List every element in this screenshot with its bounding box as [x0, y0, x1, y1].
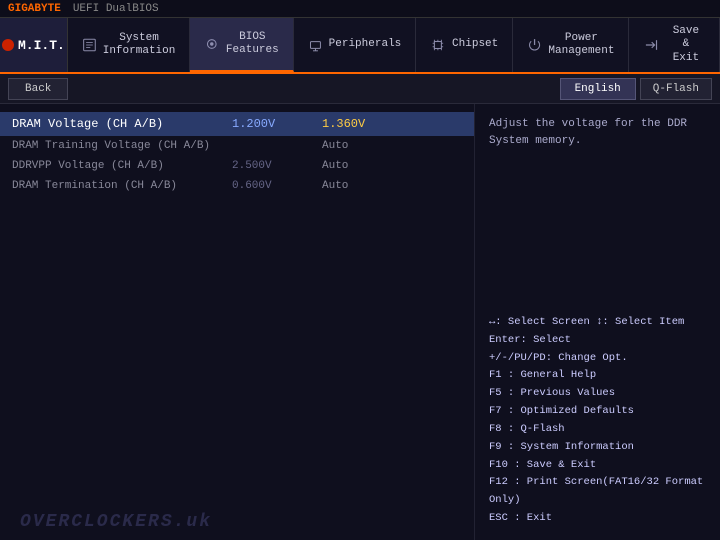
help-row-f1: F1 : General Help [489, 367, 706, 385]
nav-chipset-label: Chipset [452, 38, 498, 51]
help-key-f8: F8 : Q-Flash [489, 423, 565, 435]
help-key-f5: F5 : Previous Values [489, 387, 615, 399]
help-row-f10: F10 : Save & Exit [489, 457, 706, 475]
help-key-f12: F12 : Print Screen(FAT16/32 Format Only) [489, 476, 703, 506]
nav-system-info-label: SystemInformation [103, 32, 176, 58]
power-icon [527, 36, 542, 54]
dram-voltage-row[interactable]: DRAM Voltage (CH A/B) 1.200V 1.360V [0, 112, 474, 136]
nav-bios-features[interactable]: BIOSFeatures [190, 18, 293, 72]
nav-bar: M.I.T. SystemInformation BIOSFeatures Pe… [0, 18, 720, 74]
ddrvpp-current: 2.500V [232, 160, 322, 172]
mit-label: M.I.T. [18, 38, 65, 53]
ddrvpp-label: DDRVPP Voltage (CH A/B) [12, 160, 232, 172]
nav-save-exit[interactable]: Save &Exit [629, 18, 720, 72]
dram-training-voltage-row[interactable]: DRAM Training Voltage (CH A/B) Auto [0, 136, 474, 156]
help-key-esc: ESC : Exit [489, 512, 552, 524]
chipset-icon [430, 36, 446, 54]
description-text: Adjust the voltage for the DDR System me… [489, 116, 706, 149]
nav-peripherals[interactable]: Peripherals [294, 18, 417, 72]
bios-features-icon [204, 35, 220, 53]
help-section: ↔: Select Screen ↕: Select Item Enter: S… [489, 314, 706, 528]
dram-training-value: Auto [322, 140, 348, 152]
save-exit-icon [643, 36, 660, 54]
help-row-f9: F9 : System Information [489, 439, 706, 457]
dram-voltage-current: 1.200V [232, 117, 322, 131]
help-row-f12: F12 : Print Screen(FAT16/32 Format Only) [489, 474, 706, 510]
dram-voltage-label: DRAM Voltage (CH A/B) [12, 117, 232, 131]
nav-power-label: PowerManagement [548, 32, 614, 58]
help-key-arrows: ↔: Select Screen ↕: Select Item [489, 316, 684, 328]
help-key-enter: Enter: Select [489, 334, 571, 346]
help-row-change: +/-/PU/PD: Change Opt. [489, 350, 706, 368]
language-area: English Q-Flash [560, 78, 712, 100]
peripherals-icon [308, 36, 323, 54]
ddrvpp-voltage-row[interactable]: DDRVPP Voltage (CH A/B) 2.500V Auto [0, 156, 474, 176]
dram-termination-label: DRAM Termination (CH A/B) [12, 180, 232, 192]
help-key-f7: F7 : Optimized Defaults [489, 405, 634, 417]
help-key-change: +/-/PU/PD: Change Opt. [489, 352, 628, 364]
mit-indicator [2, 39, 14, 51]
help-key-f9: F9 : System Information [489, 441, 634, 453]
help-row-enter: Enter: Select [489, 332, 706, 350]
bios-title: UEFI DualBIOS [73, 3, 159, 15]
help-row-esc: ESC : Exit [489, 510, 706, 528]
info-panel: Adjust the voltage for the DDR System me… [475, 104, 720, 540]
nav-bios-features-label: BIOSFeatures [226, 31, 279, 57]
nav-chipset[interactable]: Chipset [416, 18, 513, 72]
main-content: DRAM Voltage (CH A/B) 1.200V 1.360V DRAM… [0, 104, 720, 540]
help-key-f10: F10 : Save & Exit [489, 459, 596, 471]
help-row-f7: F7 : Optimized Defaults [489, 403, 706, 421]
dram-voltage-value: 1.360V [322, 117, 365, 131]
help-row-0: ↔: Select Screen ↕: Select Item [489, 314, 706, 332]
qflash-button[interactable]: Q-Flash [640, 78, 712, 100]
dram-training-label: DRAM Training Voltage (CH A/B) [12, 140, 232, 152]
system-info-icon [82, 36, 97, 54]
mit-button[interactable]: M.I.T. [0, 18, 68, 72]
ddrvpp-value: Auto [322, 160, 348, 172]
nav-peripherals-label: Peripherals [329, 38, 402, 51]
top-bar: GIGABYTE UEFI DualBIOS [0, 0, 720, 18]
dram-termination-row[interactable]: DRAM Termination (CH A/B) 0.600V Auto [0, 176, 474, 196]
help-row-f5: F5 : Previous Values [489, 385, 706, 403]
settings-panel: DRAM Voltage (CH A/B) 1.200V 1.360V DRAM… [0, 104, 475, 540]
brand-logo: GIGABYTE [8, 3, 61, 15]
second-bar: Back English Q-Flash [0, 74, 720, 104]
dram-termination-current: 0.600V [232, 180, 322, 192]
english-button[interactable]: English [560, 78, 636, 100]
dram-termination-value: Auto [322, 180, 348, 192]
nav-save-exit-label: Save &Exit [667, 25, 705, 65]
help-row-f8: F8 : Q-Flash [489, 421, 706, 439]
help-key-f1: F1 : General Help [489, 369, 596, 381]
nav-system-information[interactable]: SystemInformation [68, 18, 191, 72]
nav-power-management[interactable]: PowerManagement [513, 18, 629, 72]
watermark: OVERCLOCKERS.uk [20, 512, 212, 532]
back-button[interactable]: Back [8, 78, 68, 100]
